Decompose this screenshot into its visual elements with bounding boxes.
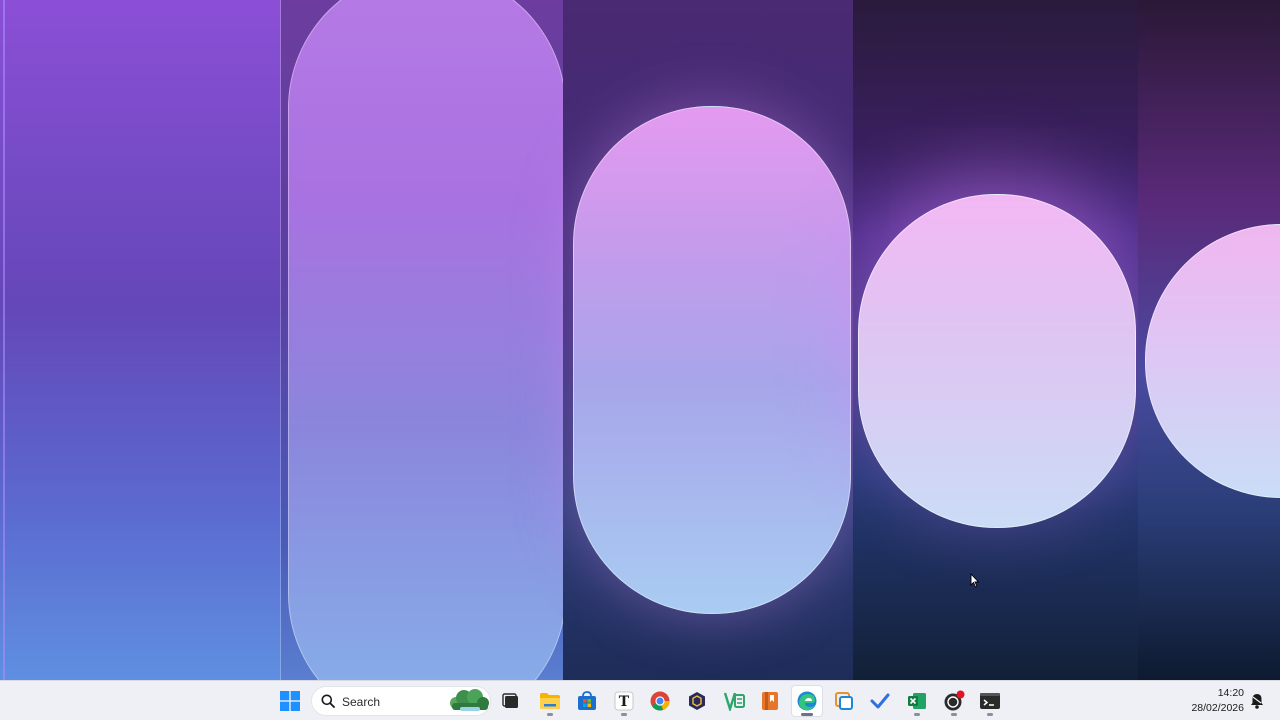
microsoft-store-button[interactable] [571,685,603,717]
weather-widget-icon[interactable] [448,689,490,713]
store-icon [578,691,596,710]
start-button[interactable] [274,685,306,717]
vs-icon [723,692,745,711]
task-view-button[interactable] [495,685,527,717]
books-app-button[interactable] [754,685,786,717]
search-icon [321,694,335,708]
typora-button[interactable]: T [608,685,640,717]
running-indicator [547,713,553,716]
running-indicator [951,713,957,716]
taskbar-search-box[interactable]: Search [311,686,491,716]
wallpaper-panel-1 [0,0,281,680]
terminal-icon [980,693,1000,709]
file-explorer-button[interactable] [534,685,566,717]
hexagon-app-button[interactable] [681,685,713,717]
search-label: Search [342,695,381,709]
desktop-wallpaper[interactable] [0,0,1280,680]
folder-icon [540,693,560,709]
edge-icon [797,691,817,711]
chrome-icon [650,691,670,711]
mouse-cursor-icon [970,573,980,588]
running-indicator [987,713,993,716]
record-icon [944,690,965,711]
wallpaper-pill-3 [858,194,1136,528]
snipping-tool-button[interactable] [828,685,860,717]
checkmark-icon [870,693,890,709]
clock-date: 28/02/2026 [1191,702,1244,714]
edge-button[interactable] [791,685,823,717]
taskbar: Search T 14:20 28/02/2026 [0,680,1280,720]
text-editor-icon: T [614,691,634,711]
wallpaper-edge-line [3,0,5,680]
bookmark-app-icon [762,692,778,710]
excel-icon [908,693,926,709]
svg-text:T: T [619,694,630,710]
todo-button[interactable] [864,685,896,717]
running-indicator [621,713,627,716]
wallpaper-pill-1 [288,0,566,680]
obs-button[interactable] [938,685,970,717]
hexagon-icon [689,692,705,710]
chrome-button[interactable] [644,685,676,717]
windows-logo-icon [280,691,300,711]
running-indicator-active [801,713,813,716]
terminal-button[interactable] [974,685,1006,717]
snip-icon [835,692,853,710]
excel-button[interactable] [901,685,933,717]
clock-time: 14:20 [1217,687,1244,699]
running-indicator [914,713,920,716]
wallpaper-pill-2 [573,106,851,614]
visual-studio-button[interactable] [718,685,750,717]
task-view-icon [502,693,518,708]
notification-bell-icon[interactable] [1250,693,1264,709]
